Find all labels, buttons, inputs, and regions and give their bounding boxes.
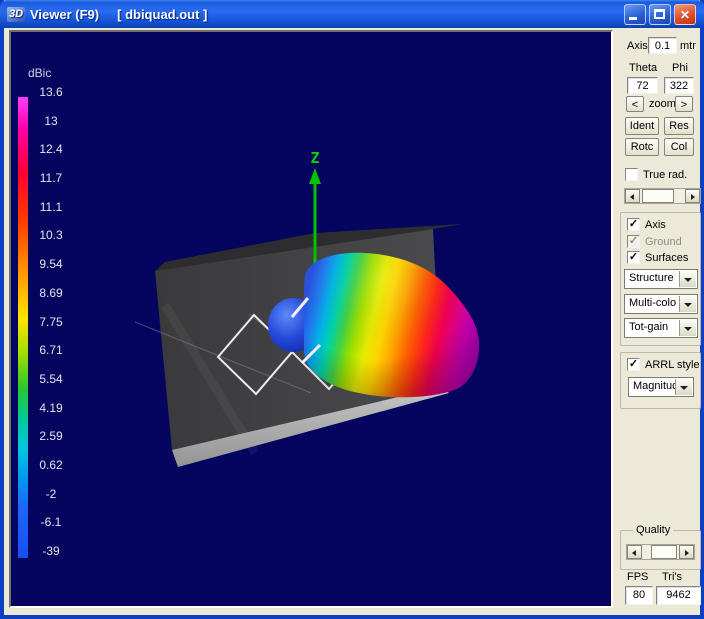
color-mode-dropdown-value: Multi-colo [629,297,680,309]
window-file-name: [ dbiquad.out ] [117,7,207,22]
viewport-3d[interactable]: Z dBic 13.61312.411.711.110.39.548.697.7… [9,30,613,608]
scale-tick: 5.54 [31,372,71,386]
axis-checkbox[interactable]: ✓ [627,218,640,231]
scale-tick: 13.6 [31,85,71,99]
col-button[interactable]: Col [664,138,694,156]
chevron-down-icon [680,386,688,390]
scale-tick: 12.4 [31,142,71,156]
viewer-window: 3D Viewer (F9) [ dbiquad.out ] ✕ [0,0,704,619]
scale-tick: 10.3 [31,228,71,242]
maximize-icon [654,9,665,19]
slider-thumb[interactable] [651,545,677,559]
zoom-label: zoom [649,98,676,110]
structure-dropdown-value: Structure [629,272,680,284]
quality-slider[interactable] [626,544,695,560]
radiation-pattern-shading [304,253,479,397]
scale-tick: 8.69 [31,286,71,300]
scale-tick: 11.7 [31,171,71,185]
theta-label: Theta [629,62,657,74]
minimize-button[interactable] [624,4,646,25]
dropdown-button[interactable] [675,379,692,395]
theta-input[interactable] [627,77,658,94]
slider-left-arrow[interactable] [627,545,642,559]
z-axis-arrowhead-icon [309,168,321,184]
scale-tick: 11.1 [31,200,71,214]
rotc-button[interactable]: Rotc [625,138,659,156]
res-button[interactable]: Res [664,117,694,135]
dropdown-button[interactable] [679,271,696,287]
true-rad-slider[interactable] [624,188,701,204]
titlebar[interactable]: 3D Viewer (F9) [ dbiquad.out ] ✕ [0,0,704,28]
scale-tick: 6.71 [31,343,71,357]
z-axis-label: Z [310,149,319,167]
surfaces-checkbox-label: Surfaces [645,252,688,264]
axis-checkbox-label: Axis [645,219,666,231]
axis-label: Axis [627,40,648,52]
scale-ticks: 13.6 13 12.4 11.7 11.1 10.3 9.54 8.69 7.75 6.71 5.… [11,32,81,606]
scene-3d: Z [11,32,611,606]
titlebar-buttons: ✕ [624,4,696,25]
chevron-down-icon [684,278,692,282]
window-title: Viewer (F9) [30,7,99,22]
axis-unit-label: mtr [680,40,696,52]
gain-mode-dropdown-value: Tot-gain [629,321,680,333]
structure-dropdown[interactable]: Structure [624,269,698,289]
scale-tick: -2 [31,487,71,501]
scale-tick: 13 [31,114,71,128]
gain-mode-dropdown[interactable]: Tot-gain [624,318,698,338]
scale-tick: -39 [31,544,71,558]
scale-tick: 4.19 [31,401,71,415]
tris-value: 9462 [656,586,701,605]
scale-tick: 7.75 [31,315,71,329]
quality-label: Quality [633,524,673,536]
close-icon: ✕ [675,7,695,23]
chevron-down-icon [684,303,692,307]
dropdown-button[interactable] [679,296,696,312]
fps-label: FPS [627,571,648,583]
ground-checkbox-label: Ground [645,236,682,248]
color-mode-dropdown[interactable]: Multi-colo [624,294,698,314]
axis-scale-input[interactable] [648,37,677,54]
magnitude-dropdown-value: Magnitud [633,380,676,392]
surfaces-checkbox[interactable]: ✓ [627,251,640,264]
maximize-button[interactable] [649,4,671,25]
scale-tick: 9.54 [31,257,71,271]
phi-input[interactable] [664,77,694,94]
zoom-out-button[interactable]: < [626,96,644,112]
slider-right-arrow[interactable] [679,545,694,559]
tris-label: Tri's [662,571,682,583]
arrl-style-checkbox[interactable]: ✓ [627,358,640,371]
app-icon: 3D [7,7,25,22]
ident-button[interactable]: Ident [625,117,659,135]
slider-thumb[interactable] [642,189,674,203]
control-panel: Axis mtr Theta Phi < zoom > Ident Res Ro… [611,30,704,612]
ground-checkbox: ✓ [627,235,640,248]
scale-tick: -6.1 [31,515,71,529]
true-rad-label: True rad. [643,169,687,181]
chevron-down-icon [684,327,692,331]
scale-tick: 2.59 [31,429,71,443]
scale-tick: 0.62 [31,458,71,472]
slider-left-arrow[interactable] [625,189,640,203]
magnitude-dropdown[interactable]: Magnitud [628,377,694,397]
arrl-style-label: ARRL style [645,359,700,371]
phi-label: Phi [672,62,688,74]
zoom-in-button[interactable]: > [675,96,693,112]
true-rad-checkbox[interactable] [625,168,638,181]
close-button[interactable]: ✕ [674,4,696,25]
slider-right-arrow[interactable] [685,189,700,203]
minimize-icon [629,17,637,20]
fps-value: 80 [625,586,653,605]
dropdown-button[interactable] [679,320,696,336]
